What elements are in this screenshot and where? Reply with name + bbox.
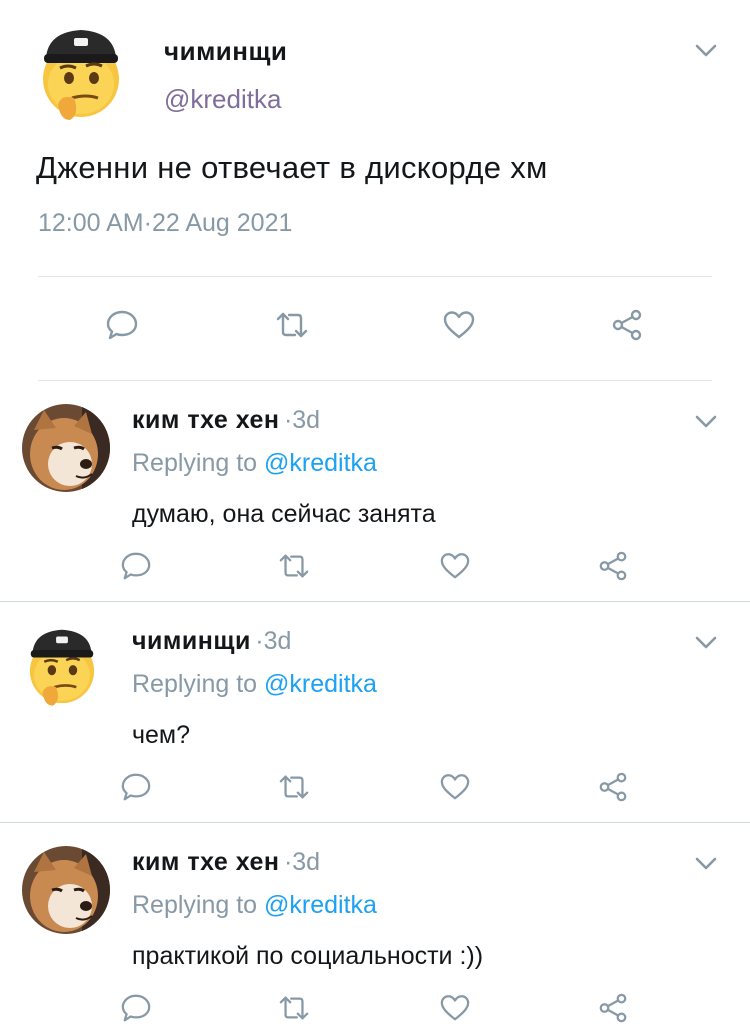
- replying-to-label: Replying to: [132, 891, 258, 919]
- divider: [38, 276, 712, 277]
- replying-to-handle[interactable]: @kreditka: [264, 449, 377, 477]
- reply-icon: [106, 310, 138, 340]
- retweet-button[interactable]: [272, 986, 316, 1030]
- replying-to: Replying to @kreditka: [132, 891, 377, 920]
- reply-text: практикой по социальности :)): [132, 942, 484, 970]
- avatar[interactable]: [22, 846, 110, 934]
- replying-to-handle[interactable]: @kreditka: [264, 891, 377, 919]
- replying-to-label: Replying to: [132, 449, 258, 477]
- share-button[interactable]: [591, 544, 635, 588]
- tweet-age[interactable]: 3d: [292, 406, 320, 434]
- reply-button[interactable]: [114, 765, 158, 809]
- author-name[interactable]: чиминщи: [164, 36, 287, 67]
- tweet-timestamp: 12:00 AM·22 Aug 2021: [38, 209, 292, 238]
- like-button[interactable]: [433, 544, 477, 588]
- share-icon: [599, 551, 627, 581]
- reply-icon: [121, 552, 151, 580]
- author-name[interactable]: чиминщи: [132, 627, 251, 655]
- chevron-down-icon[interactable]: [695, 44, 717, 58]
- reply-header: ким тхе хен ·3d: [132, 406, 320, 435]
- shiba-dog-photo: [22, 404, 110, 492]
- replying-to-handle[interactable]: @kreditka: [264, 670, 377, 698]
- tweet-time: 12:00 AM: [38, 209, 144, 237]
- heart-icon: [440, 553, 470, 579]
- reply-button[interactable]: [114, 544, 158, 588]
- author-name[interactable]: ким тхе хен: [132, 406, 279, 434]
- share-icon: [612, 309, 642, 341]
- reply-icon: [121, 773, 151, 801]
- tweet-age[interactable]: 3d: [264, 627, 292, 655]
- retweet-icon: [279, 775, 309, 799]
- chevron-down-icon[interactable]: [695, 415, 717, 429]
- shiba-dog-photo: [22, 846, 110, 934]
- reply-header: чиминщи ·3d: [132, 627, 291, 656]
- reply-text: думаю, она сейчас занята: [132, 500, 436, 528]
- reply-text: чем?: [132, 721, 191, 749]
- share-button[interactable]: [591, 765, 635, 809]
- tweet-date[interactable]: 22 Aug 2021: [152, 209, 292, 237]
- heart-icon: [440, 774, 470, 800]
- chevron-down-icon[interactable]: [695, 636, 717, 650]
- heart-icon: [440, 995, 470, 1021]
- divider: [38, 380, 712, 381]
- retweet-button[interactable]: [270, 303, 314, 347]
- author-handle[interactable]: @kreditka: [164, 84, 281, 115]
- thinking-face-cap-emoji: [43, 30, 119, 120]
- share-icon: [599, 993, 627, 1023]
- tweet-age[interactable]: 3d: [292, 848, 320, 876]
- reply-icon: [121, 994, 151, 1022]
- replying-to: Replying to @kreditka: [132, 449, 377, 478]
- retweet-icon: [279, 996, 309, 1020]
- retweet-button[interactable]: [272, 544, 316, 588]
- share-button[interactable]: [605, 303, 649, 347]
- avatar[interactable]: [36, 24, 126, 122]
- chevron-down-icon[interactable]: [695, 857, 717, 871]
- reply-header: ким тхе хен ·3d: [132, 848, 320, 877]
- avatar[interactable]: [24, 624, 100, 708]
- share-button[interactable]: [591, 986, 635, 1030]
- like-button[interactable]: [433, 765, 477, 809]
- timestamp-separator: ·: [255, 627, 264, 655]
- reply-button[interactable]: [114, 986, 158, 1030]
- replying-to: Replying to @kreditka: [132, 670, 377, 699]
- share-icon: [599, 772, 627, 802]
- like-button[interactable]: [433, 986, 477, 1030]
- tweet-text: Дженни не отвечает в дискорде хм: [36, 150, 548, 185]
- divider: [0, 822, 750, 823]
- retweet-icon: [276, 312, 308, 338]
- retweet-button[interactable]: [272, 765, 316, 809]
- retweet-icon: [279, 554, 309, 578]
- replying-to-label: Replying to: [132, 670, 258, 698]
- thinking-face-cap-emoji: [29, 629, 95, 706]
- heart-icon: [443, 311, 475, 339]
- like-button[interactable]: [437, 303, 481, 347]
- avatar[interactable]: [22, 404, 110, 492]
- timestamp-separator: ·: [143, 209, 152, 237]
- author-name[interactable]: ким тхе хен: [132, 848, 279, 876]
- reply-button[interactable]: [100, 303, 144, 347]
- divider: [0, 601, 750, 602]
